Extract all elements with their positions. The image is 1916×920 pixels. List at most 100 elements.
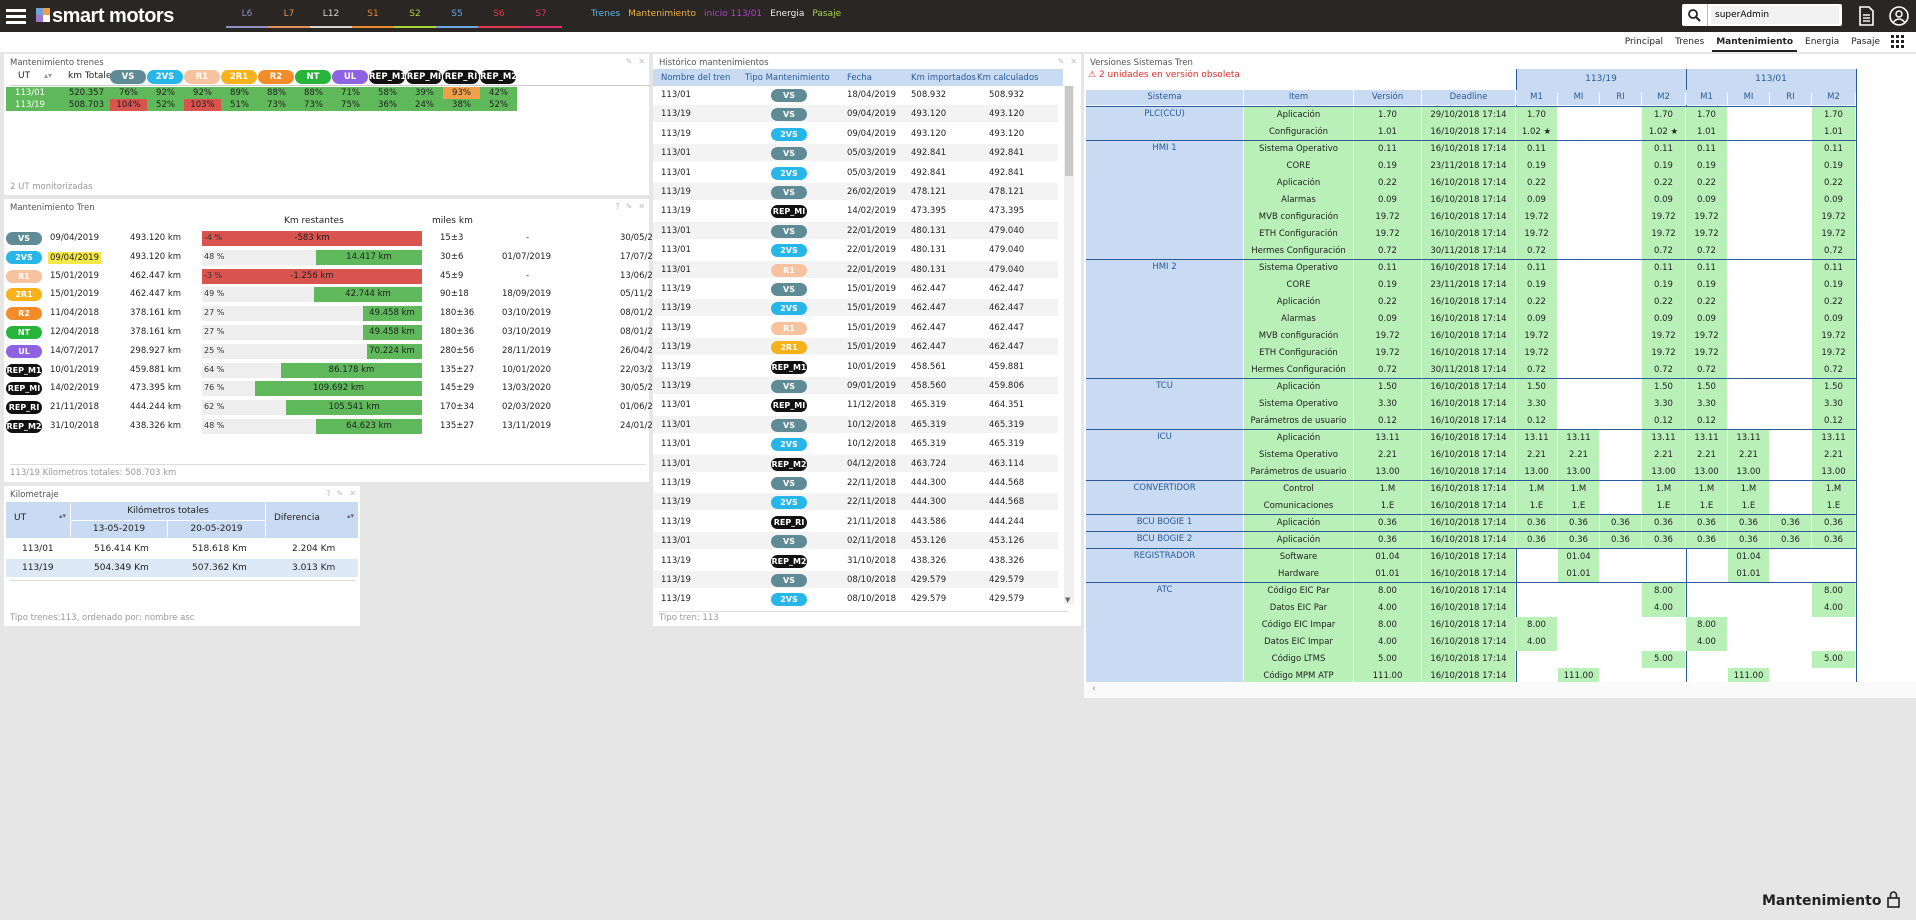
type-badge-rep-m2[interactable]: REP_M2 <box>6 420 42 433</box>
type-badge-rep-mi[interactable]: REP_MI <box>6 382 42 396</box>
type-badge-2vs[interactable]: 2VS <box>6 250 42 264</box>
type-badge-2r1[interactable]: 2R1 <box>6 288 42 302</box>
apps-grid-icon[interactable] <box>1891 35 1905 49</box>
table-row[interactable]: 113/19 VS 09/04/2019 493.120 493.120 <box>653 105 1058 123</box>
user-account-icon[interactable] <box>1888 5 1909 27</box>
km-remaining-bar[interactable]: -3 % -1.256 km <box>202 268 422 284</box>
line-tab-s2[interactable]: S2 <box>394 0 436 28</box>
table-row[interactable]: 113/01 REP_M2 04/12/2018 463.724 463.114 <box>653 454 1058 472</box>
close-icon[interactable]: ✕ <box>1070 57 1077 66</box>
col-header-ut[interactable]: UT ▴▾ <box>6 502 70 538</box>
system-name[interactable]: HMI 1 <box>1086 143 1243 153</box>
line-tab-l12[interactable]: L12 <box>310 0 352 28</box>
cell-percent[interactable]: 92% <box>147 87 184 99</box>
col-header-date-2[interactable]: 20-05-2019 <box>168 521 265 538</box>
km-remaining-bar[interactable]: 76 % 109.692 km <box>202 381 422 397</box>
type-header-rep-m1[interactable]: REP_M1 <box>369 70 406 84</box>
col-header-m1[interactable]: M1 <box>1686 90 1727 105</box>
wrench-icon[interactable]: ✎ <box>1058 57 1065 66</box>
top-link-inicio-113-01[interactable]: inicio 113/01 <box>701 0 765 30</box>
system-name[interactable]: REGISTRADOR <box>1086 551 1243 561</box>
type-badge-nt[interactable]: NT <box>6 326 42 339</box>
line-tab-s1[interactable]: S1 <box>352 0 394 28</box>
scroll-left-icon[interactable]: ‹ <box>1092 684 1096 694</box>
cell-percent[interactable]: 52% <box>480 99 517 111</box>
col-header-m1[interactable]: M1 <box>1516 90 1557 105</box>
table-row[interactable]: 113/19 VS 09/01/2019 458.560 459.806 <box>653 377 1058 394</box>
km-remaining-bar[interactable]: 25 % 70.224 km <box>202 343 422 359</box>
type-header-r2[interactable]: R2 <box>258 70 294 84</box>
line-tab-l6[interactable]: L6 <box>226 0 268 28</box>
top-link-trenes[interactable]: Trenes <box>588 0 623 30</box>
top-link-mantenimiento[interactable]: Mantenimiento <box>625 0 699 30</box>
cell-percent[interactable]: 92% <box>184 87 221 99</box>
cell-percent[interactable]: 75% <box>332 99 369 111</box>
system-name[interactable]: PLC(CCU) <box>1086 109 1243 119</box>
cell-percent[interactable]: 73% <box>295 99 332 111</box>
system-name[interactable]: ICU <box>1086 432 1243 442</box>
help-icon[interactable]: ? <box>615 202 619 211</box>
document-icon[interactable] <box>1856 5 1876 27</box>
sort-icon[interactable]: ▴▾ <box>44 71 52 80</box>
table-row[interactable]: 113/01 VS 10/12/2018 465.319 465.319 <box>653 415 1058 433</box>
wrench-icon[interactable]: ✎ <box>626 202 633 211</box>
col-header-ut[interactable]: UT <box>18 71 30 81</box>
col-header-sistema[interactable]: Sistema <box>1086 90 1243 105</box>
cell-percent[interactable]: 89% <box>221 87 258 99</box>
system-name[interactable]: CONVERTIDOR <box>1086 483 1243 493</box>
user-field[interactable] <box>1711 6 1839 24</box>
close-icon[interactable]: ✕ <box>349 489 356 498</box>
help-icon[interactable]: ? <box>326 489 330 498</box>
col-header-ri[interactable]: RI <box>1770 90 1811 105</box>
table-row[interactable]: 113/01 2VS 05/03/2019 492.841 492.841 <box>653 164 1058 181</box>
table-row[interactable]: 113/19 2VS 22/11/2018 444.300 444.568 <box>653 493 1058 511</box>
km-remaining-bar[interactable]: 62 % 105.541 km <box>202 400 422 416</box>
line-tab-s5[interactable]: S5 <box>436 0 478 28</box>
col-header-km-calculados[interactable]: Km calculados <box>977 73 1038 83</box>
tab-trenes[interactable]: Trenes <box>1671 32 1708 52</box>
close-icon[interactable]: ✕ <box>638 202 645 211</box>
col-header-mi[interactable]: MI <box>1558 90 1599 105</box>
line-tab-l7[interactable]: L7 <box>268 0 310 28</box>
close-icon[interactable]: ✕ <box>638 57 645 66</box>
col-header-ri[interactable]: RI <box>1600 90 1641 105</box>
sort-icon[interactable]: ▴▾ <box>59 512 66 520</box>
km-remaining-bar[interactable]: 27 % 49.458 km <box>202 325 422 340</box>
type-badge-vs[interactable]: VS <box>6 232 42 245</box>
col-header-nombre-del-tren[interactable]: Nombre del tren <box>661 73 730 83</box>
cell-percent[interactable]: 88% <box>295 87 332 99</box>
col-header-m2[interactable]: M2 <box>1812 90 1855 105</box>
type-badge-rep-ri[interactable]: REP_RI <box>6 401 42 415</box>
cell-percent[interactable]: 38% <box>443 99 480 111</box>
km-remaining-bar[interactable]: 48 % 14.417 km <box>202 249 422 265</box>
table-row[interactable]: 113/19 REP_M1 10/01/2019 458.561 459.881 <box>653 358 1058 375</box>
system-name[interactable]: TCU <box>1086 381 1243 391</box>
wrench-icon[interactable]: ✎ <box>626 57 633 66</box>
col-header-versi-n[interactable]: Versión <box>1354 90 1421 105</box>
col-header-tipo-mantenimiento[interactable]: Tipo Mantenimiento <box>745 73 830 83</box>
search-icon[interactable] <box>1682 4 1708 26</box>
type-header-nt[interactable]: NT <box>295 70 331 84</box>
table-row[interactable]: 113/19 REP_M2 31/10/2018 438.326 438.326 <box>653 552 1058 569</box>
table-row[interactable]: 113/01 R1 22/01/2019 480.131 479.040 <box>653 260 1058 278</box>
km-remaining-bar[interactable]: 27 % 49.458 km <box>202 306 422 322</box>
km-remaining-bar[interactable]: -4 % -583 km <box>202 231 422 246</box>
table-row[interactable]: 113/19 VS 26/02/2019 478.121 478.121 <box>653 183 1058 200</box>
system-name[interactable]: HMI 2 <box>1086 262 1243 272</box>
cell-percent[interactable]: 88% <box>258 87 295 99</box>
col-header-deadline[interactable]: Deadline <box>1422 90 1515 105</box>
type-header-vs[interactable]: VS <box>110 70 146 84</box>
col-header-m2[interactable]: M2 <box>1642 90 1685 105</box>
table-row[interactable]: 113/19 504.349 Km 507.362 Km 3.013 Km <box>6 559 358 577</box>
table-row[interactable]: 113/01 2VS 10/12/2018 465.319 465.319 <box>653 435 1058 452</box>
cell-percent[interactable]: 52% <box>147 99 184 111</box>
table-row[interactable]: 113/01 VS 22/01/2019 480.131 479.040 <box>653 221 1058 239</box>
table-row[interactable]: 113/19 VS 22/11/2018 444.300 444.568 <box>653 474 1058 491</box>
col-header-diferencia[interactable]: Diferencia ▴▾ <box>266 502 358 538</box>
cell-percent[interactable]: 51% <box>221 99 258 111</box>
km-remaining-bar[interactable]: 49 % 42.744 km <box>202 287 422 303</box>
system-name[interactable]: BCU BOGIE 2 <box>1086 534 1243 544</box>
type-badge-rep-m1[interactable]: REP_M1 <box>6 363 42 377</box>
table-row[interactable]: 113/19 2VS 09/04/2019 493.120 493.120 <box>653 125 1058 142</box>
tab-pasaje[interactable]: Pasaje <box>1847 32 1884 52</box>
